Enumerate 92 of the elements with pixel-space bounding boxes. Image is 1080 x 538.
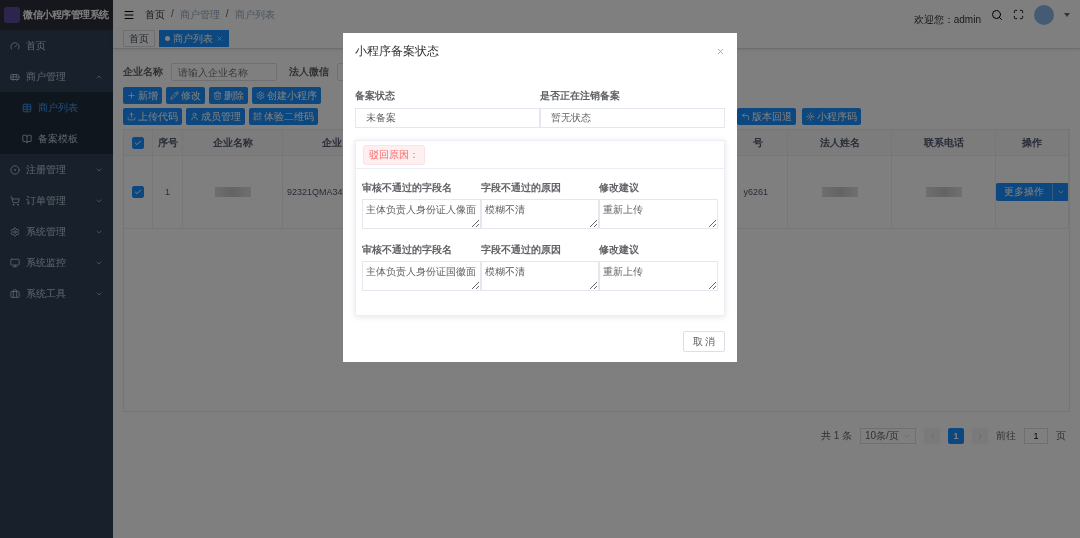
toolbar-button[interactable]: 上传代码: [123, 108, 182, 125]
caret-icon[interactable]: [1064, 12, 1070, 17]
redacted-text: [925, 187, 962, 197]
logo-icon: [4, 7, 20, 23]
circle-icon: [10, 164, 20, 175]
close-icon[interactable]: [216, 35, 223, 42]
table-cell: 92321QMA34: [287, 187, 343, 197]
field-label: 备案状态: [355, 89, 396, 103]
field-label: 是否正在注销备案: [540, 89, 621, 103]
page-suffix: 页: [1056, 429, 1066, 443]
checkmark-icon: [134, 188, 142, 196]
field-label: 字段不通过的原因: [480, 181, 561, 195]
gear-icon: [10, 226, 20, 237]
page-size-select[interactable]: 10条/页: [860, 428, 916, 444]
checkmark-icon: [134, 138, 142, 147]
field-label: 审核不通过的字段名: [362, 243, 452, 257]
field-label: 修改建议: [599, 181, 640, 195]
table-cell: y6261: [743, 187, 768, 197]
breadcrumb-item[interactable]: 首页: [145, 7, 165, 22]
field-label: 字段不通过的原因: [480, 243, 561, 257]
arrow-icon: [741, 112, 750, 121]
field-label: 审核不通过的字段名: [362, 181, 452, 195]
text-area[interactable]: 模糊不清: [480, 261, 600, 291]
breadcrumb-separator: /: [171, 7, 174, 21]
fullscreen-icon[interactable]: [1013, 9, 1024, 20]
breadcrumb-separator: /: [225, 7, 229, 21]
cancel-button[interactable]: 取 消: [683, 331, 725, 352]
column-header: 企业: [322, 135, 342, 150]
more-actions-button[interactable]: 更多操作: [996, 183, 1068, 201]
goto-label: 前往: [996, 429, 1016, 443]
page-button[interactable]: 1: [948, 428, 964, 444]
total-count: 共 1 条: [820, 429, 852, 443]
toolbar-button[interactable]: 体验二维码: [249, 108, 318, 125]
toolbar-button[interactable]: 成员管理: [186, 108, 245, 125]
input-field[interactable]: 请输入企业名称: [171, 63, 277, 81]
pencil-icon: [170, 91, 179, 100]
app-title: 微信小程序管理系统: [23, 8, 109, 22]
toolbar-button[interactable]: 删除: [209, 87, 248, 104]
briefcase-icon: [10, 288, 20, 299]
text-area[interactable]: 主体负责人身份证国徽面: [362, 261, 481, 291]
column-header: 企业名称: [212, 135, 253, 150]
monitor-icon: [10, 257, 20, 268]
column-header: 号: [753, 135, 763, 150]
welcome-text: 欢迎您：admin: [913, 13, 981, 27]
toolbar-button[interactable]: 小程序码: [802, 108, 861, 125]
column-header: 联系电话: [923, 135, 964, 150]
field-label: 法人微信: [289, 65, 329, 79]
field-label: 修改建议: [599, 243, 640, 257]
table-cell: 1: [165, 187, 170, 197]
text-area[interactable]: 重新上传: [599, 261, 718, 291]
text-area[interactable]: 主体负责人身份证人像面: [362, 199, 481, 229]
menu-icon[interactable]: [123, 8, 135, 21]
toolbar-button[interactable]: 版本回退: [737, 108, 796, 125]
field-label: 企业名称: [123, 65, 163, 79]
sidebar-subitem[interactable]: 备案模板: [0, 123, 113, 154]
column-header: 操作: [1022, 135, 1042, 150]
gear-icon: [256, 91, 265, 100]
column-header: 法人姓名: [819, 135, 860, 150]
redacted-text: [821, 187, 858, 197]
redacted-text: [214, 187, 251, 197]
page-input[interactable]: 1: [1024, 428, 1048, 444]
qr-code-icon: [253, 112, 262, 121]
sidebar-subitem[interactable]: 商户列表: [0, 92, 113, 123]
book-icon: [22, 133, 32, 144]
close-icon[interactable]: [716, 46, 725, 56]
plus-icon: [127, 91, 136, 100]
sun-icon: [806, 112, 815, 121]
column-header: 序号: [157, 135, 178, 150]
toolbar-button[interactable]: 新增: [123, 87, 162, 104]
user-icon: [190, 112, 199, 121]
page-tab[interactable]: 首页: [123, 30, 155, 47]
sidebar-item[interactable]: 首页: [0, 30, 113, 61]
avatar[interactable]: [1034, 4, 1054, 25]
toolbar-button[interactable]: 创建小程序: [252, 87, 321, 104]
page-tab[interactable]: 商户列表: [159, 30, 229, 47]
trash-icon: [213, 91, 222, 100]
input-field[interactable]: 未备案: [355, 108, 540, 128]
reject-reason-tag: 驳回原因：: [363, 144, 425, 165]
cart-icon: [10, 195, 20, 206]
checkbox[interactable]: [132, 136, 144, 149]
table-icon: [22, 102, 32, 113]
text-area[interactable]: 模糊不清: [480, 199, 600, 229]
dialog-title: 小程序备案状态: [355, 42, 439, 60]
gauge-icon: [10, 40, 20, 51]
bus-icon: [10, 71, 20, 82]
toolbar-button[interactable]: 修改: [166, 87, 205, 104]
text-area[interactable]: 重新上传: [599, 199, 718, 229]
upload-icon: [127, 112, 136, 121]
input-field[interactable]: 暂无状态: [540, 108, 725, 128]
chevron-down-icon[interactable]: [1056, 188, 1065, 196]
search-icon[interactable]: [991, 8, 1003, 21]
checkbox[interactable]: [132, 186, 144, 198]
